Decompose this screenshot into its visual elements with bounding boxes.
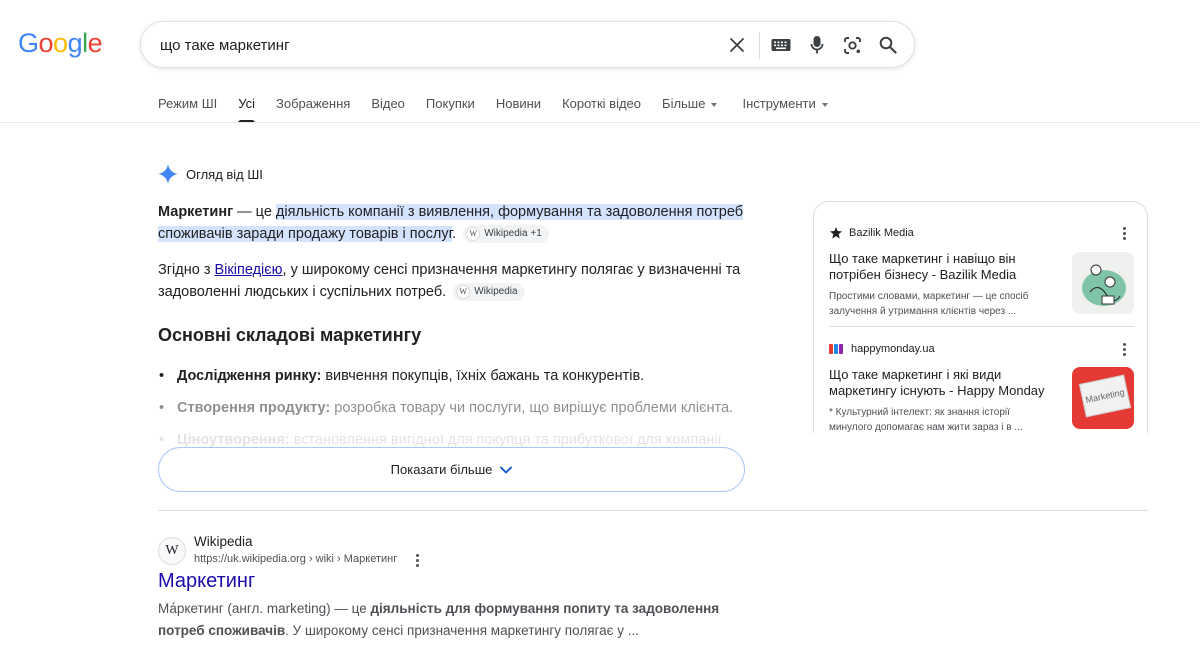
ai-text: Згідно з [158, 262, 215, 278]
lens-icon[interactable] [841, 34, 863, 56]
wikipedia-favicon-icon[interactable]: W [158, 537, 186, 565]
tab-label: Відео [371, 96, 405, 111]
search-box [140, 21, 915, 68]
tab-shopping[interactable]: Покупки [426, 96, 475, 123]
search-divider [759, 32, 760, 59]
ai-bullet-list: Дослідження ринку: вивчення покупців, їх… [158, 360, 758, 456]
result-snippet: Ма́ркетинг (англ. marketing) — це діяльн… [158, 598, 748, 642]
chip-label: Wikipedia [474, 286, 518, 298]
thumbnail-caption: Marketing [1078, 374, 1132, 418]
snippet-text: Ма́ркетинг (англ. marketing) — це [158, 601, 371, 616]
source-card[interactable]: Bazilik Media Що таке маркетинг і навіщо… [829, 224, 1134, 319]
ai-term: Маркетинг [158, 204, 234, 220]
bazilik-media-icon [829, 226, 843, 240]
logo-letter: e [87, 28, 103, 58]
bullet-term: Ціноутворення: [177, 432, 290, 448]
logo-letter: g [67, 28, 83, 58]
close-icon[interactable] [726, 34, 748, 56]
source-thumbnail [1072, 252, 1134, 314]
source-card[interactable]: happymonday.ua Що таке маркетинг і які в… [829, 340, 1134, 433]
tab-label: Зображення [276, 96, 351, 111]
happymonday-icon [829, 344, 843, 354]
more-options-icon[interactable] [1118, 341, 1130, 357]
wikipedia-icon: W [456, 285, 471, 300]
result-site-name[interactable]: Wikipedia [194, 534, 253, 549]
show-more-button[interactable]: Показати більше [158, 447, 745, 492]
tab-tools[interactable]: Інструменти [742, 96, 828, 123]
chevron-down-icon [711, 102, 718, 107]
ai-overview-title: Огляд від ШІ [186, 166, 263, 182]
keyboard-icon[interactable] [770, 34, 792, 56]
tab-video[interactable]: Відео [371, 96, 405, 123]
ai-subheading: Основні складові маркетингу [158, 325, 422, 345]
list-item: Дослідження ринку: вивчення покупців, їх… [158, 360, 758, 392]
chevron-down-icon [821, 102, 828, 107]
google-logo[interactable]: Google [18, 28, 103, 59]
ai-sources-panel: Bazilik Media Що таке маркетинг і навіщо… [813, 201, 1148, 433]
bullet-term: Дослідження ринку: [177, 368, 322, 384]
tab-news[interactable]: Новини [496, 96, 541, 123]
snippet-text: . У широкому сенсі призначення маркетинг… [285, 623, 640, 638]
more-options-icon[interactable] [413, 553, 421, 567]
mic-icon[interactable] [806, 34, 828, 56]
source-divider [829, 326, 1134, 327]
tab-more[interactable]: Більше [662, 96, 718, 123]
tab-images[interactable]: Зображення [276, 96, 350, 123]
header-divider [0, 122, 1200, 123]
source-title: Що таке маркетинг і навіщо він потрібен … [829, 251, 1017, 282]
tab-all[interactable]: Усі [238, 96, 255, 123]
list-item: Створення продукту: розробка товару чи п… [158, 392, 758, 424]
tab-label: Режим ШІ [158, 96, 218, 111]
logo-letter: o [38, 28, 54, 58]
logo-letter: o [53, 28, 68, 58]
sparkle-icon [158, 164, 178, 184]
source-description: Простими словами, маркетинг — це спосіб … [829, 291, 1029, 317]
chip-label: Wikipedia +1 [484, 228, 542, 240]
bullet-term: Створення продукту: [177, 400, 331, 416]
tab-label: Короткі відео [562, 96, 642, 111]
search-input[interactable] [160, 34, 720, 56]
show-more-label: Показати більше [390, 462, 493, 477]
logo-letter: G [18, 28, 39, 58]
wikipedia-icon: W [466, 227, 481, 242]
tab-label: Інструменти [742, 96, 816, 111]
tab-label: Усі [238, 96, 255, 111]
ai-text: . [452, 226, 457, 242]
source-title: Що таке маркетинг і які види маркетингу … [829, 367, 1045, 398]
wikipedia-link[interactable]: Вікіпедією [215, 262, 283, 278]
source-description: * Культурний інтелект: як знання історії… [829, 407, 1023, 433]
tab-label: Покупки [425, 96, 475, 111]
search-tabs: Режим ШІ Усі Зображення Відео Покупки Но… [158, 96, 849, 123]
result-title-link[interactable]: Маркетинг [158, 570, 255, 593]
result-url[interactable]: https://uk.wikipedia.org › wiki › Маркет… [194, 553, 397, 565]
ai-overview-header: Огляд від ШІ [158, 164, 263, 184]
section-divider [158, 510, 1148, 511]
tab-label: Новини [495, 96, 542, 111]
bullet-text: розробка товару чи послуги, що вирішує п… [330, 400, 734, 416]
ai-text: — це [233, 204, 276, 220]
chevron-down-icon [500, 466, 513, 473]
bullet-text: вивчення покупців, їхніх бажань та конку… [321, 368, 645, 384]
bullet-text: встановлення вигідної для покупця та при… [289, 432, 722, 448]
source-site: happymonday.ua [851, 343, 935, 355]
tab-ai-mode[interactable]: Режим ШІ [158, 96, 217, 123]
source-thumbnail: Marketing [1072, 367, 1134, 429]
source-site: Bazilik Media [849, 227, 914, 239]
source-chip[interactable]: W Wikipedia [453, 283, 525, 302]
ai-paragraph-2: Згідно з Вікіпедією, у широкому сенсі пр… [158, 259, 758, 303]
search-icon[interactable] [877, 34, 899, 56]
tab-short-videos[interactable]: Короткі відео [562, 96, 641, 123]
ai-paragraph-1: Маркетинг — це діяльність компанії з вия… [158, 201, 758, 245]
source-chip[interactable]: W Wikipedia +1 [463, 225, 549, 244]
more-options-icon[interactable] [1118, 225, 1130, 241]
tab-label: Більше [662, 96, 706, 111]
